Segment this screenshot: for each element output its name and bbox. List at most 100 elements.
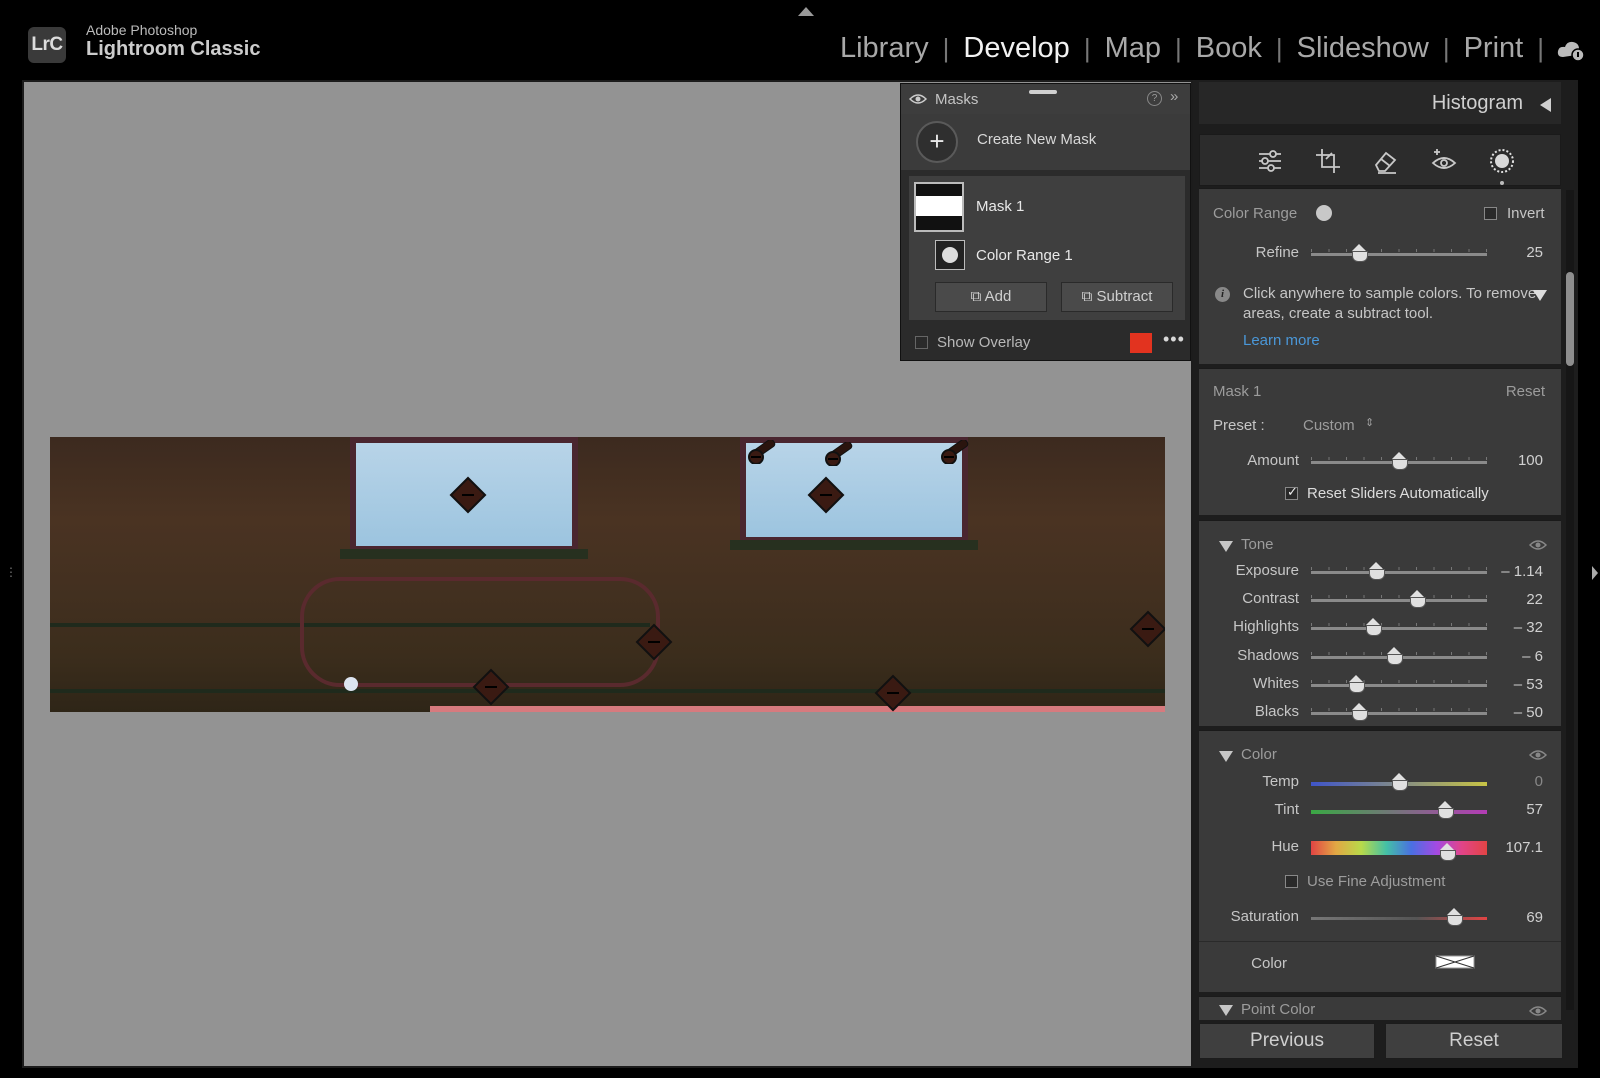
subtract-button[interactable]: ⧉ Subtract [1061,282,1173,312]
slider-knob[interactable] [1351,244,1368,262]
module-slideshow[interactable]: Slideshow [1283,32,1443,65]
previous-button[interactable]: Previous [1199,1023,1375,1059]
histogram-header[interactable]: Histogram [1199,82,1561,124]
slider-knob[interactable] [1369,562,1386,580]
slider-knob[interactable] [1348,674,1365,693]
crop-icon[interactable] [1314,147,1342,175]
slider-knob[interactable] [1410,590,1427,609]
photo-preview[interactable] [50,437,1165,712]
left-panel-toggle-icon[interactable]: ⋮ [5,565,17,579]
collapse-point-color-icon[interactable] [1219,1005,1233,1016]
learn-more-link[interactable]: Learn more [1243,332,1320,349]
fine-adjustment-checkbox[interactable] [1285,875,1298,888]
mask-reset-button[interactable]: Reset [1506,383,1545,400]
tone-title[interactable]: Tone [1241,536,1274,553]
module-library[interactable]: Library [826,32,943,65]
preset-dropdown[interactable]: Custom [1303,417,1355,434]
slider-knob[interactable] [1447,908,1464,926]
contrast-slider[interactable] [1311,590,1487,609]
highlights-value[interactable]: – 32 [1483,619,1543,636]
edit-sliders-icon[interactable] [1256,147,1284,175]
slider-knob[interactable] [1437,801,1454,819]
help-icon[interactable]: ? [1147,91,1162,106]
masks-panel-header[interactable]: Masks ? » [901,84,1190,114]
mask-pin[interactable] [1129,610,1165,648]
color-swatch-empty-icon[interactable] [1435,955,1475,969]
sample-point-icon[interactable] [745,440,781,464]
mask-handle[interactable] [344,677,358,691]
expand-info-icon[interactable] [1533,290,1547,301]
contrast-value[interactable]: 22 [1483,591,1543,608]
show-overlay-row: Show Overlay ••• [901,324,1190,362]
top-panel-toggle-icon[interactable] [798,7,814,16]
blacks-value[interactable]: – 50 [1483,704,1543,721]
saturation-value[interactable]: 69 [1483,909,1543,926]
mask-thumbnail[interactable] [914,182,964,232]
panel-scrollbar[interactable] [1566,190,1574,1010]
slider-knob[interactable] [1351,703,1368,721]
eye-icon[interactable] [1529,749,1547,761]
reset-sliders-checkbox[interactable] [1285,484,1298,500]
module-print[interactable]: Print [1450,32,1538,65]
eye-icon[interactable] [1529,1005,1547,1017]
cloud-sync-icon[interactable] [1556,38,1586,62]
shadows-value[interactable]: – 6 [1483,648,1543,665]
more-options-icon[interactable]: ••• [1163,329,1185,350]
sample-point-icon[interactable] [822,442,858,466]
module-map[interactable]: Map [1091,32,1175,65]
tint-value[interactable]: 57 [1483,801,1543,818]
collapse-color-icon[interactable] [1219,751,1233,762]
point-color-title[interactable]: Point Color [1241,1001,1315,1018]
create-new-mask-button[interactable]: + Create New Mask [901,114,1190,170]
color-range-icon[interactable] [935,240,965,270]
color-title[interactable]: Color [1241,746,1277,763]
module-develop[interactable]: Develop [949,32,1083,65]
drag-handle-icon[interactable] [1029,90,1057,94]
slider-knob[interactable] [1392,773,1408,791]
heal-eraser-icon[interactable] [1372,147,1400,175]
slider-knob[interactable] [1439,843,1456,861]
exposure-value[interactable]: – 1.14 [1483,563,1543,580]
module-book[interactable]: Book [1182,32,1276,65]
hue-label: Hue [1271,838,1299,855]
slider-knob[interactable] [1392,452,1408,470]
temp-value[interactable]: 0 [1483,773,1543,790]
redeye-icon[interactable] [1430,147,1458,175]
highlights-slider[interactable] [1311,618,1487,637]
tint-slider[interactable] [1311,801,1487,819]
masking-icon[interactable] [1488,147,1516,175]
mask-name[interactable]: Mask 1 [976,198,1024,215]
whites-value[interactable]: – 53 [1483,676,1543,693]
add-button[interactable]: ⧉ Add [935,282,1047,312]
sample-point-icon[interactable] [938,440,974,464]
expand-arrow-icon[interactable] [1540,98,1551,112]
eye-icon[interactable] [909,93,927,105]
color-sampler-icon[interactable] [1316,205,1332,221]
eye-icon[interactable] [1529,539,1547,551]
refine-slider[interactable] [1311,244,1487,262]
hue-value[interactable]: 107.1 [1483,839,1543,856]
refine-value[interactable]: 25 [1483,244,1543,261]
saturation-slider[interactable] [1311,908,1487,926]
temp-slider[interactable] [1311,773,1487,791]
invert-checkbox[interactable] [1484,207,1497,220]
saturation-label: Saturation [1230,908,1299,925]
scrollbar-thumb[interactable] [1566,272,1574,366]
exposure-slider[interactable] [1311,562,1487,580]
amount-slider[interactable] [1311,452,1487,470]
hue-slider[interactable] [1311,841,1487,861]
overlay-color-swatch[interactable] [1130,333,1152,353]
slider-knob[interactable] [1386,646,1403,665]
blacks-slider[interactable] [1311,703,1487,721]
show-overlay-checkbox[interactable] [915,336,928,349]
dropdown-arrows-icon[interactable]: ⇕ [1365,416,1374,429]
reset-button[interactable]: Reset [1385,1023,1563,1059]
slider-knob[interactable] [1366,618,1383,637]
collapse-panel-icon[interactable]: » [1170,88,1178,105]
collapse-tone-icon[interactable] [1219,541,1233,552]
whites-slider[interactable] [1311,674,1487,693]
amount-value[interactable]: 100 [1483,452,1543,469]
shadows-slider[interactable] [1311,646,1487,665]
component-name[interactable]: Color Range 1 [976,247,1073,264]
right-panel-toggle-icon[interactable] [1592,566,1598,580]
